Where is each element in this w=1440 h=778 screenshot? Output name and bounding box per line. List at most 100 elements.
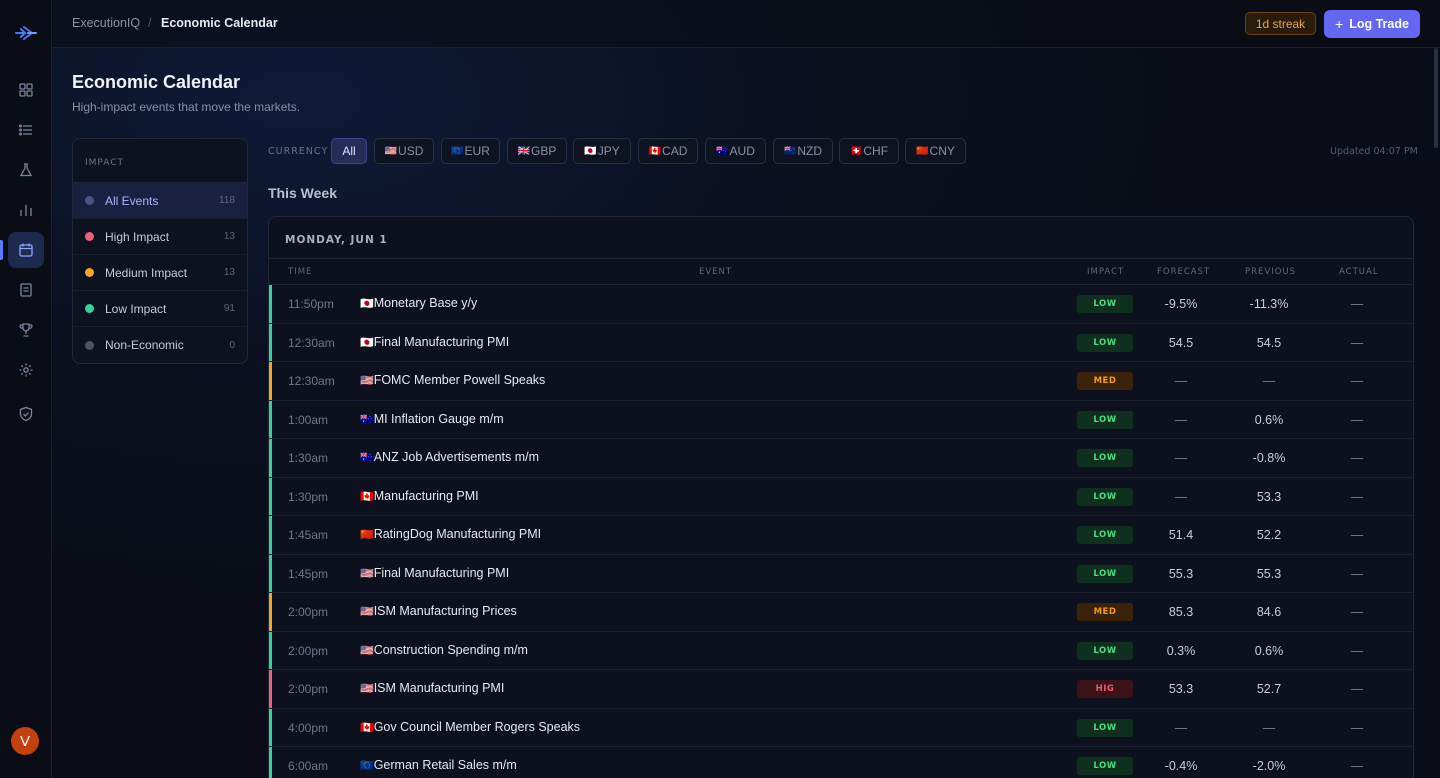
flag-icon: 🇪🇺	[360, 760, 374, 772]
actual-value: —	[1350, 605, 1364, 619]
table-row[interactable]: 4:00pm 🇨🇦Gov Council Member Rogers Speaks…	[269, 708, 1413, 747]
event-name: 🇺🇸FOMC Member Powell Speaks	[360, 373, 545, 387]
previous-value: —	[1262, 374, 1276, 388]
event-time: 12:30am	[288, 335, 335, 350]
nav-settings[interactable]	[8, 352, 44, 388]
flag-icon: 🇨🇦	[360, 721, 374, 734]
events-table: MONDAY, JUN 1 TIME EVENT IMPACT FORECAST…	[268, 216, 1414, 778]
impact-bar	[269, 554, 272, 592]
currency-chip-gbp[interactable]: 🇬🇧 GBP	[507, 138, 567, 164]
currency-label: CURRENCY	[268, 146, 329, 157]
breadcrumb-root[interactable]: ExecutionIQ	[72, 16, 140, 30]
event-name: 🇺🇸Construction Spending m/m	[360, 643, 528, 657]
event-label: ISM Manufacturing PMI	[373, 681, 505, 695]
impact-bar	[269, 477, 272, 515]
forecast-value: —	[1174, 374, 1188, 388]
previous-value: 52.2	[1256, 528, 1282, 542]
table-row[interactable]: 6:00am 🇪🇺German Retail Sales m/m LOW -0.4% -…	[269, 747, 1413, 778]
event-name: 🇺🇸Final Manufacturing PMI	[360, 566, 509, 580]
actual-value: —	[1350, 682, 1364, 696]
impact-bar	[269, 516, 272, 554]
currency-chip-cad[interactable]: 🇨🇦 CAD	[638, 138, 698, 164]
currency-chip-eur[interactable]: 🇪🇺 EUR	[441, 138, 500, 164]
trophy-icon	[19, 323, 33, 337]
impact-filter-item[interactable]: Low Impact 91	[73, 291, 247, 327]
flag-icon: 🇺🇸	[360, 683, 374, 695]
impact-filter-item[interactable]: All Events 118	[73, 183, 247, 219]
table-row[interactable]: 11:50pm 🇯🇵Monetary Base y/y LOW -9.5% -11.3%…	[269, 285, 1413, 324]
table-row[interactable]: 1:45am 🇨🇳RatingDog Manufacturing PMI LOW 51…	[269, 516, 1413, 555]
col-previous: PREVIOUS	[1245, 267, 1297, 277]
table-row[interactable]: 1:00am 🇦🇺MI Inflation Gauge m/m LOW — 0.6% —	[269, 400, 1413, 439]
impact-bar	[269, 400, 272, 438]
impact-filter-count: 13	[223, 231, 235, 242]
currency-chip-label: GBP	[531, 144, 557, 158]
day-heading: MONDAY, JUN 1	[269, 217, 1413, 259]
nav-dashboard[interactable]	[8, 72, 44, 108]
table-row[interactable]: 2:00pm 🇺🇸ISM Manufacturing Prices MED 85.3 8…	[269, 593, 1413, 632]
scrollbar[interactable]	[1434, 48, 1438, 148]
currency-chip-usd[interactable]: 🇺🇸 USD	[374, 138, 434, 164]
table-row[interactable]: 12:30am 🇺🇸FOMC Member Powell Speaks MED — — —	[269, 362, 1413, 401]
table-row[interactable]: 1:45pm 🇺🇸Final Manufacturing PMI LOW 55.3 55…	[269, 554, 1413, 593]
logo-icon[interactable]	[14, 22, 38, 44]
table-row[interactable]: 2:00pm 🇺🇸ISM Manufacturing PMI HIG 53.3 52.7…	[269, 670, 1413, 709]
flag-icon: 🇯🇵	[584, 145, 597, 157]
previous-value: 53.3	[1256, 489, 1282, 504]
flag-icon: 🇨🇦	[360, 490, 374, 503]
impact-filter-label: Medium Impact	[105, 265, 188, 280]
impact-filter-panel: IMPACT All Events 118 High Impact 13 Medium …	[72, 138, 248, 364]
event-name: 🇦🇺ANZ Job Advertisements m/m	[360, 450, 539, 464]
previous-value: -11.3%	[1249, 297, 1289, 311]
currency-chip-jpy[interactable]: 🇯🇵 JPY	[573, 138, 631, 164]
currency-chip-label: All	[342, 144, 356, 158]
table-row[interactable]: 1:30am 🇦🇺ANZ Job Advertisements m/m LOW — -0…	[269, 439, 1413, 478]
table-row[interactable]: 2:00pm 🇺🇸Construction Spending m/m LOW 0.3%…	[269, 631, 1413, 670]
forecast-value: —	[1174, 489, 1188, 504]
event-name: 🇯🇵Final Manufacturing PMI	[360, 335, 509, 349]
nav-analytics[interactable]	[8, 192, 44, 228]
impact-badge: LOW	[1077, 295, 1133, 313]
currency-chip-aud[interactable]: 🇦🇺 AUD	[705, 138, 766, 164]
streak-badge: 1d streak	[1245, 12, 1316, 35]
currency-chip-label: CNY	[929, 144, 955, 158]
impact-badge: LOW	[1077, 526, 1133, 544]
previous-value: -0.8%	[1252, 451, 1286, 465]
page-subtitle: High-impact events that move the markets…	[72, 100, 301, 114]
event-name: 🇨🇳RatingDog Manufacturing PMI	[360, 527, 541, 541]
nav-achievements[interactable]	[8, 312, 44, 348]
impact-bar	[269, 285, 272, 323]
impact-badge: MED	[1077, 603, 1133, 621]
currency-chip-all[interactable]: All	[331, 138, 367, 164]
nav-journal[interactable]	[8, 272, 44, 308]
shield-icon	[19, 406, 33, 422]
nav-trades[interactable]	[8, 112, 44, 148]
col-event: EVENT	[699, 267, 733, 277]
column-headers: TIME EVENT IMPACT FORECAST PREVIOUS ACTU…	[269, 259, 1413, 285]
forecast-value: 85.3	[1168, 605, 1194, 619]
previous-value: 84.6	[1256, 605, 1282, 619]
impact-badge: LOW	[1077, 410, 1133, 429]
col-actual: ACTUAL	[1339, 267, 1379, 277]
nav-security[interactable]	[8, 396, 44, 432]
nav-lab[interactable]	[8, 152, 44, 188]
impact-filter-item[interactable]: Non-Economic 0	[73, 327, 247, 363]
currency-chip-cny[interactable]: 🇨🇳 CNY	[905, 138, 966, 164]
currency-chip-chf[interactable]: 🇨🇭 CHF	[839, 138, 899, 164]
currency-chip-nzd[interactable]: 🇳🇿 NZD	[773, 138, 833, 164]
actual-value: —	[1350, 720, 1364, 735]
document-icon	[20, 283, 32, 297]
impact-heading: IMPACT	[73, 139, 247, 183]
table-row[interactable]: 1:30pm 🇨🇦Manufacturing PMI LOW — 53.3 —	[269, 477, 1413, 516]
impact-filter-label: Non-Economic	[105, 338, 184, 352]
impact-filter-item[interactable]: High Impact 13	[73, 219, 247, 255]
flask-icon	[19, 163, 33, 177]
log-trade-button[interactable]: + Log Trade	[1324, 10, 1420, 38]
event-label: FOMC Member Powell Speaks	[373, 373, 546, 387]
table-row[interactable]: 12:30am 🇯🇵Final Manufacturing PMI LOW 54.5 5…	[269, 323, 1413, 362]
impact-dot	[85, 340, 94, 350]
flag-icon: 🇦🇺	[716, 145, 729, 157]
nav-calendar[interactable]	[8, 232, 44, 268]
avatar[interactable]: V	[11, 727, 39, 755]
impact-filter-item[interactable]: Medium Impact 13	[73, 255, 247, 291]
